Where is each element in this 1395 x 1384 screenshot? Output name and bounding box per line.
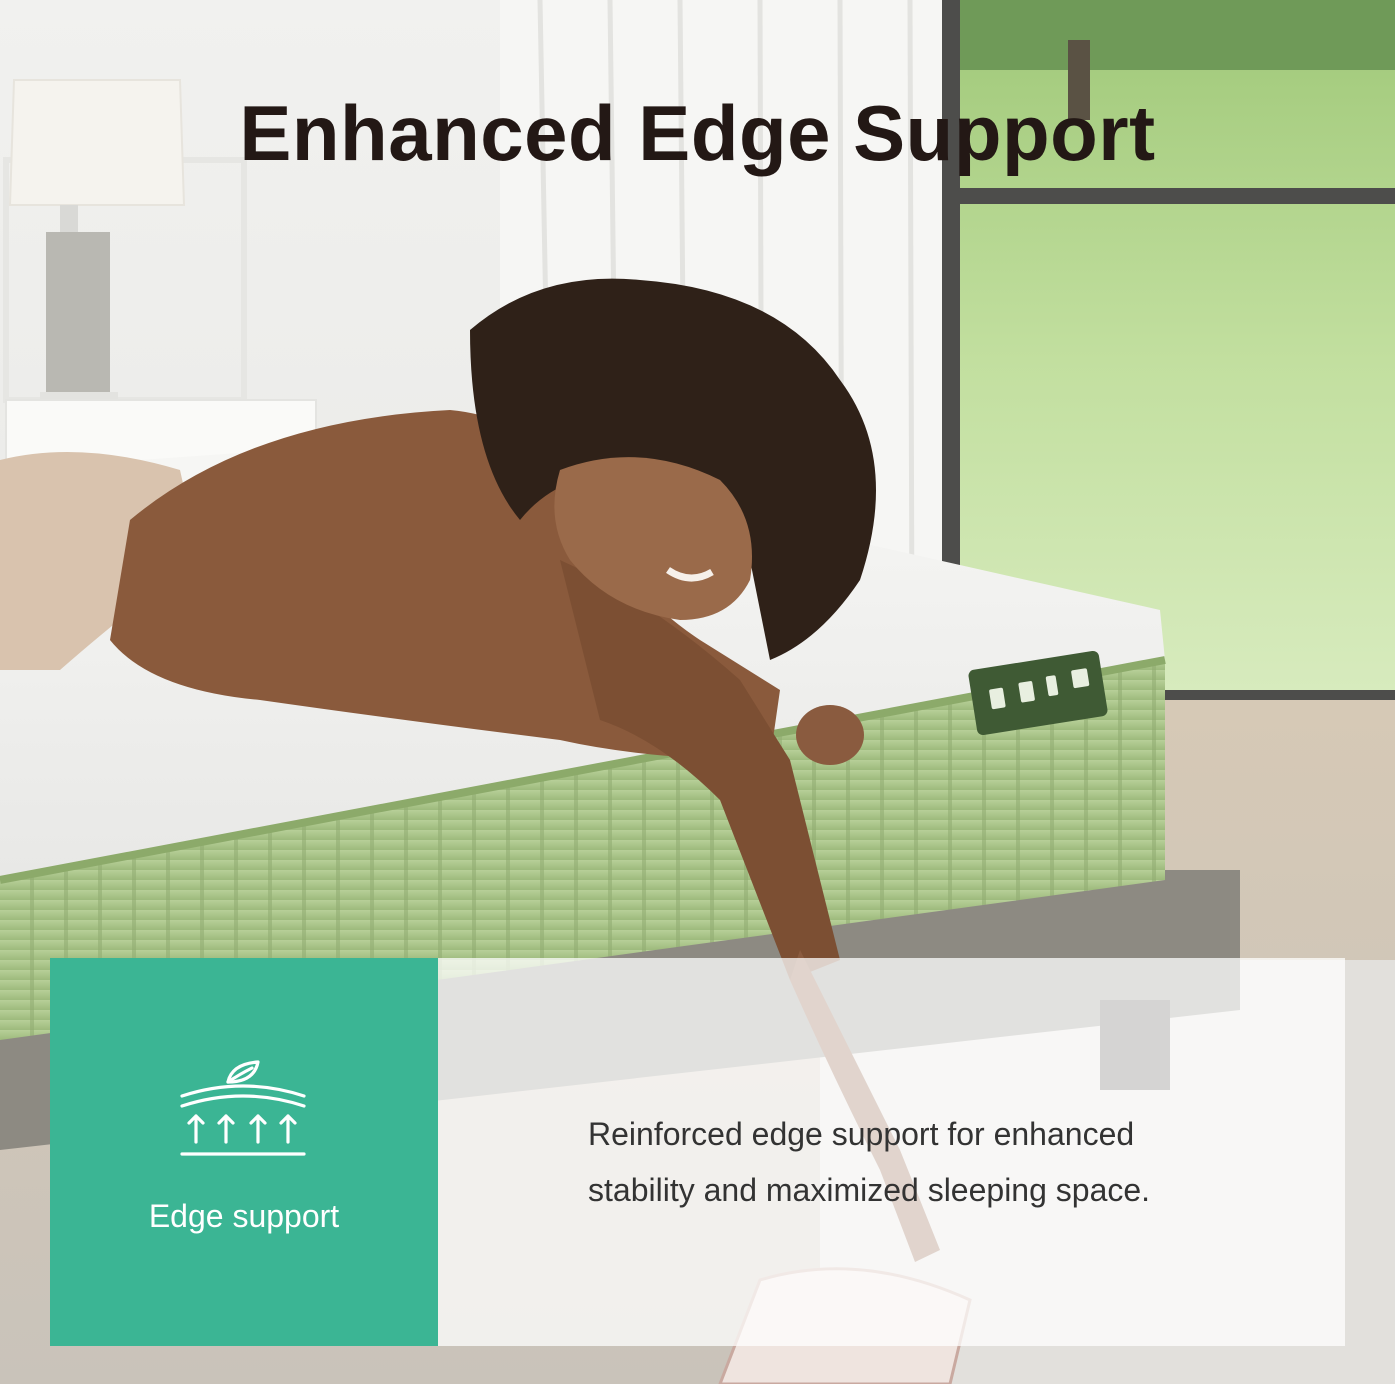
feature-label: Edge support (148, 1198, 340, 1234)
headline: Enhanced Edge Support (239, 89, 1156, 177)
window-frame-mid (942, 188, 1395, 204)
hand (796, 705, 864, 765)
lamp-neck (60, 205, 78, 235)
description-line-2: stability and maximized sleeping space. (588, 1172, 1151, 1208)
description-panel: Reinforced edge support for enhanced sta… (438, 958, 1345, 1346)
edge-support-icon (180, 1060, 306, 1156)
description-line-1: Reinforced edge support for enhanced (588, 1116, 1135, 1152)
feature-panel: Edge support (50, 958, 438, 1346)
lamp-base (46, 232, 110, 398)
window-trees (960, 0, 1395, 70)
product-image: Enhanced Edge Support Edge support Reinf… (0, 0, 1395, 1384)
description-text: Reinforced edge support for enhanced sta… (588, 1106, 1308, 1218)
